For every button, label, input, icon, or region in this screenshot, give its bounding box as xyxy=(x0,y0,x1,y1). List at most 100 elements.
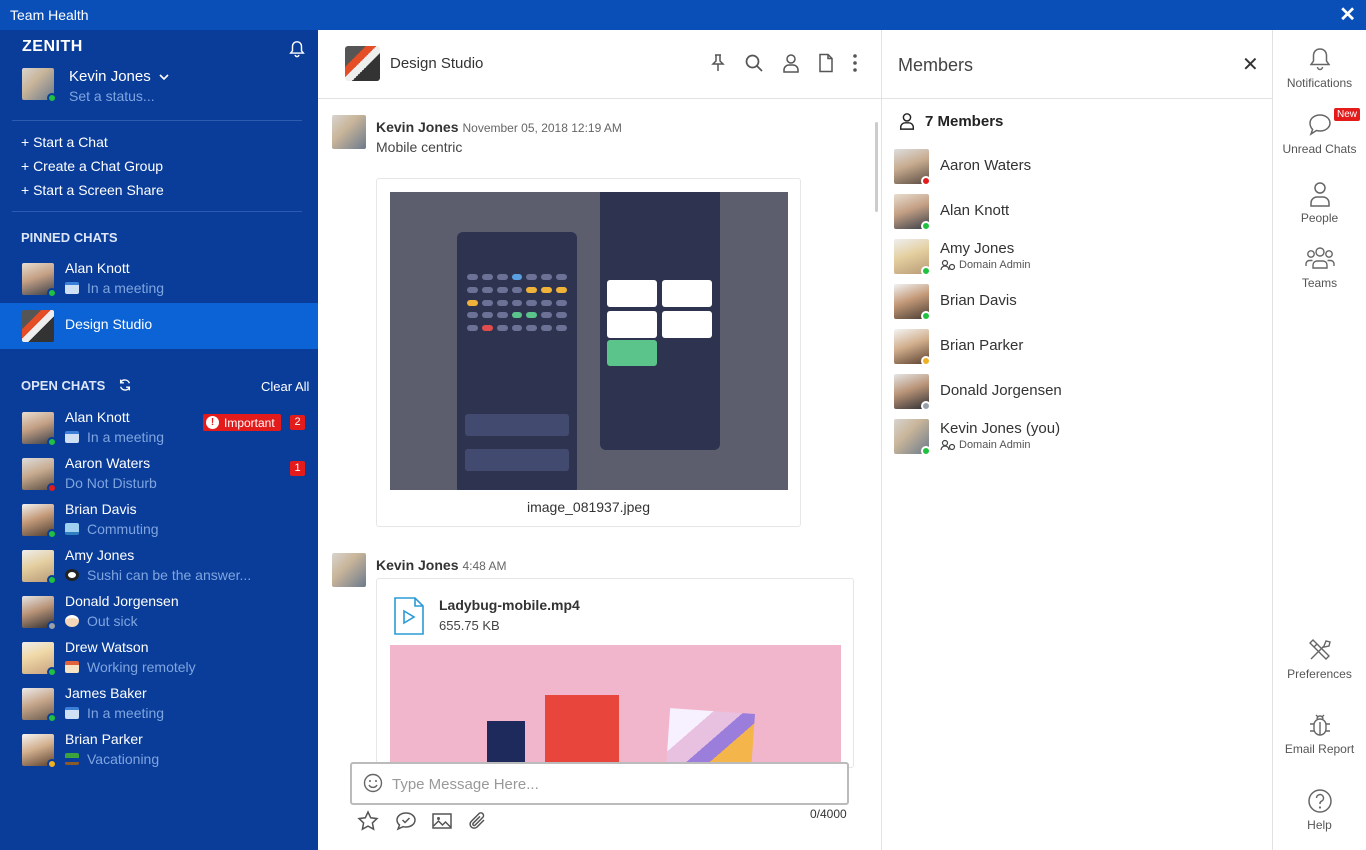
user-name-row[interactable]: Kevin Jones xyxy=(69,68,169,85)
group-avatar xyxy=(345,46,380,81)
close-members-button[interactable]: ✕ xyxy=(1242,52,1259,77)
pinned-chat-alan-knott[interactable]: Alan Knott In a meeting xyxy=(0,256,318,302)
status-offline-dot xyxy=(47,621,57,631)
pin-icon[interactable] xyxy=(708,53,728,73)
members-header: Members ✕ xyxy=(882,30,1274,99)
member-item[interactable]: Brian Parker xyxy=(894,327,1264,367)
avatar xyxy=(332,553,366,587)
star-icon[interactable] xyxy=(357,810,379,832)
file-size: 655.75 KB xyxy=(439,618,500,633)
chat-check-icon[interactable] xyxy=(395,810,417,832)
current-user[interactable]: Kevin Jones Set a status... xyxy=(22,68,169,104)
member-name: Kevin Jones (you) xyxy=(940,420,1061,437)
member-item[interactable]: Amy Jones Domain Admin xyxy=(894,237,1264,277)
refresh-icon[interactable] xyxy=(118,378,132,392)
avatar xyxy=(22,504,57,539)
rail-people[interactable]: People xyxy=(1273,181,1366,225)
member-item[interactable]: Donald Jorgensen xyxy=(894,372,1264,412)
urgency-card xyxy=(662,311,712,338)
document-icon[interactable] xyxy=(816,53,836,73)
status-online-dot xyxy=(47,529,57,539)
chat-status: Working remotely xyxy=(65,659,196,675)
sushi-icon xyxy=(65,569,79,581)
important-badge: ! Important xyxy=(203,414,281,431)
video-preview[interactable] xyxy=(390,645,841,767)
chat-name: Amy Jones xyxy=(65,547,135,563)
status-online-dot xyxy=(921,266,931,276)
avatar xyxy=(22,596,57,631)
create-chat-group-link[interactable]: + Create a Chat Group xyxy=(21,156,164,180)
chat-name: Alan Knott xyxy=(65,409,130,425)
rail-help[interactable]: Help xyxy=(1273,788,1366,832)
image-icon[interactable] xyxy=(431,810,453,832)
open-chat-alan-knott[interactable]: Alan Knott In a meeting ! Important 2 xyxy=(0,405,318,451)
urgency-card xyxy=(607,280,657,307)
user-name: Kevin Jones xyxy=(69,68,151,85)
start-screen-share-link[interactable]: + Start a Screen Share xyxy=(21,180,164,204)
unread-count-badge: 2 xyxy=(290,415,305,430)
open-chat-donald-jorgensen[interactable]: Donald Jorgensen Out sick xyxy=(0,589,318,635)
open-chat-james-baker[interactable]: James Baker In a meeting xyxy=(0,681,318,727)
avatar xyxy=(894,419,931,456)
rail-preferences[interactable]: Preferences xyxy=(1273,637,1366,681)
calendar-icon xyxy=(65,282,79,294)
chat-name: Aaron Waters xyxy=(65,455,151,471)
clear-all-button[interactable]: Clear All xyxy=(261,379,309,394)
member-item[interactable]: Kevin Jones (you) Domain Admin xyxy=(894,417,1264,457)
member-item[interactable]: Alan Knott xyxy=(894,192,1264,232)
open-chat-drew-watson[interactable]: Drew Watson Working remotely xyxy=(0,635,318,681)
sidebar: ZENITH Kevin Jones Set a status... + Sta… xyxy=(0,30,318,850)
window-close-button[interactable]: ✕ xyxy=(1339,5,1356,25)
rail-label: Email Report xyxy=(1284,742,1355,756)
pinned-chat-design-studio[interactable]: Design Studio xyxy=(0,303,318,349)
set-status-link[interactable]: Set a status... xyxy=(69,88,169,104)
rail-notifications[interactable]: Notifications xyxy=(1273,46,1366,90)
help-icon xyxy=(1307,789,1332,813)
rail-teams[interactable]: Teams xyxy=(1273,246,1366,290)
member-item[interactable]: Aaron Waters xyxy=(894,147,1264,187)
video-attachment[interactable]: Ladybug-mobile.mp4 655.75 KB xyxy=(376,578,854,768)
avatar xyxy=(894,284,931,321)
bell-icon xyxy=(1309,48,1330,71)
admin-icon xyxy=(940,259,956,271)
member-name: Alan Knott xyxy=(940,202,1010,219)
message-composer xyxy=(350,762,849,805)
status-dnd-dot xyxy=(47,483,57,493)
message-input[interactable] xyxy=(392,772,832,796)
open-chat-brian-davis[interactable]: Brian Davis Commuting xyxy=(0,497,318,543)
chat-name: Design Studio xyxy=(65,316,153,332)
open-chat-aaron-waters[interactable]: Aaron Waters Do Not Disturb 1 xyxy=(0,451,318,497)
divider xyxy=(12,211,302,212)
rail-label: Preferences xyxy=(1287,667,1352,681)
speech-bubble-icon xyxy=(1308,114,1331,136)
more-options-icon[interactable] xyxy=(845,53,865,73)
status-offline-dot xyxy=(921,401,931,411)
search-icon[interactable] xyxy=(744,53,764,73)
avatar xyxy=(894,374,931,411)
emoji-icon[interactable] xyxy=(363,773,383,793)
add-urgency-card xyxy=(607,340,657,366)
status-away-dot xyxy=(47,759,57,769)
start-chat-link[interactable]: + Start a Chat xyxy=(21,132,164,156)
message-scrollbar[interactable] xyxy=(875,122,878,212)
bell-icon[interactable] xyxy=(288,40,306,58)
urgency-card xyxy=(607,311,657,338)
bus-icon xyxy=(65,523,79,535)
chat-status: Vacationing xyxy=(65,751,159,767)
image-preview[interactable] xyxy=(390,192,788,490)
phone-mockup-right xyxy=(600,192,720,450)
rail-email-report[interactable]: Email Report xyxy=(1273,712,1366,756)
phone-mockup-left xyxy=(457,232,577,490)
paperclip-icon[interactable] xyxy=(467,810,489,832)
bug-icon xyxy=(1309,714,1330,736)
open-chat-brian-parker[interactable]: Brian Parker Vacationing xyxy=(0,727,318,773)
rail-label: Teams xyxy=(1301,276,1338,290)
image-attachment[interactable]: image_081937.jpeg xyxy=(376,178,801,527)
person-icon[interactable] xyxy=(781,53,801,73)
pinned-chats-title: PINNED CHATS xyxy=(21,230,118,245)
avatar xyxy=(22,734,57,769)
member-item[interactable]: Brian Davis xyxy=(894,282,1264,322)
tools-icon xyxy=(1308,639,1331,660)
open-chat-amy-jones[interactable]: Amy Jones Sushi can be the answer... xyxy=(0,543,318,589)
calendar-grid xyxy=(467,274,567,334)
